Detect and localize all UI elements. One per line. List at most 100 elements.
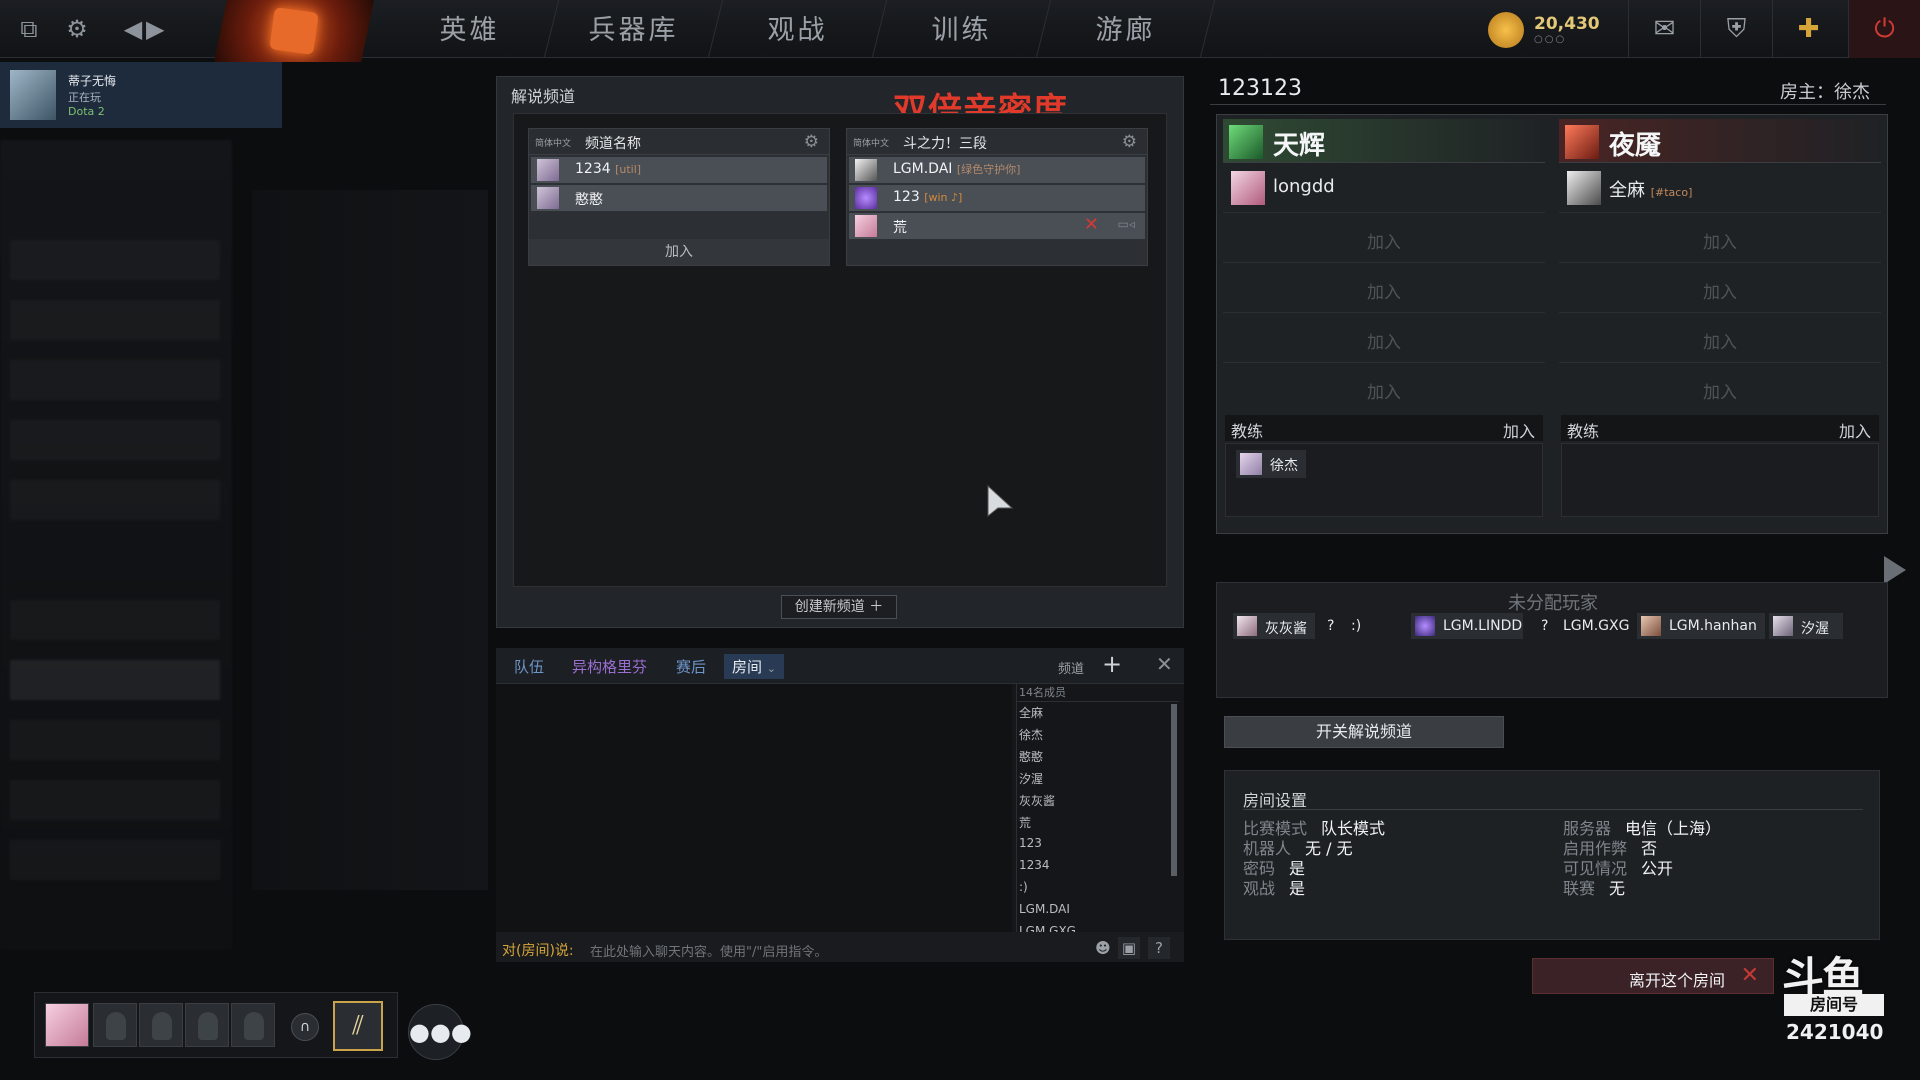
list-item[interactable] bbox=[10, 240, 220, 280]
list-item[interactable] bbox=[10, 480, 220, 520]
player-slot[interactable]: 加入 bbox=[1559, 313, 1881, 363]
join-slot-button[interactable]: 加入 bbox=[1559, 378, 1881, 403]
power-icon[interactable]: ⏻ bbox=[1848, 0, 1920, 58]
chat-tab-team[interactable]: 队伍 bbox=[514, 656, 544, 677]
list-item[interactable]: 全麻 bbox=[1019, 704, 1043, 721]
list-item[interactable] bbox=[10, 300, 220, 340]
join-coach-button[interactable]: 加入 bbox=[1839, 418, 1871, 442]
player-slot[interactable]: 加入 bbox=[1223, 213, 1545, 263]
group-menu-icon[interactable]: ●●● bbox=[408, 1004, 472, 1060]
emoji-icon[interactable]: ☻ bbox=[1092, 937, 1114, 959]
player-slot[interactable]: 全麻 [#taco] bbox=[1559, 163, 1881, 213]
unassigned-player[interactable]: 汐渥 bbox=[1769, 613, 1843, 639]
join-slot-button[interactable]: 加入 bbox=[1559, 228, 1881, 253]
list-item[interactable] bbox=[10, 780, 220, 820]
chat-input-bar[interactable]: 对(房间)说: 在此处输入聊天内容。使用"/"启用指令。 ☻ ▣ ? bbox=[496, 932, 1184, 962]
list-item[interactable]: 灰灰酱 bbox=[1019, 792, 1055, 809]
list-item[interactable]: 徐杰 bbox=[1019, 726, 1043, 743]
party-slot-self[interactable] bbox=[45, 1003, 89, 1047]
camera-icon[interactable]: ▭◃ bbox=[1118, 217, 1135, 231]
gear-icon[interactable]: ⚙ bbox=[1122, 132, 1137, 152]
join-coach-button[interactable]: 加入 bbox=[1503, 418, 1535, 442]
channel-member[interactable]: 1234 [util] bbox=[531, 157, 827, 183]
plus-shop-icon[interactable]: ✚ bbox=[1772, 0, 1844, 58]
list-item[interactable] bbox=[10, 600, 220, 640]
join-slot-button[interactable]: 加入 bbox=[1559, 328, 1881, 353]
back-arrow-icon[interactable]: ◀ bbox=[118, 14, 148, 44]
unassigned-player[interactable]: LGM.GXG bbox=[1557, 613, 1639, 639]
toggle-broadcast-button[interactable]: 开关解说频道 bbox=[1224, 716, 1504, 748]
chat-tab-postgame[interactable]: 赛后 bbox=[676, 656, 706, 677]
dota-logo-button[interactable] bbox=[214, 0, 374, 62]
party-slot[interactable] bbox=[93, 1003, 137, 1047]
list-item[interactable]: LGM.DAI bbox=[1019, 902, 1070, 916]
unassigned-player[interactable]: :) bbox=[1345, 613, 1375, 639]
list-item[interactable]: 123 bbox=[1019, 836, 1042, 850]
channel-member[interactable]: LGM.DAI [绿色守护你] bbox=[849, 157, 1145, 183]
tab-heroes[interactable]: 英雄 bbox=[380, 0, 560, 58]
party-slot[interactable] bbox=[139, 1003, 183, 1047]
user-profile-card[interactable]: 蒂子无悔 正在玩 Dota 2 bbox=[0, 62, 282, 128]
join-slot-button[interactable]: 加入 bbox=[1559, 278, 1881, 303]
player-slot[interactable]: 加入 bbox=[1559, 363, 1881, 413]
headset-icon[interactable]: ∩ bbox=[291, 1013, 319, 1041]
player-slot[interactable]: longdd bbox=[1223, 163, 1545, 213]
party-slot[interactable] bbox=[231, 1003, 275, 1047]
list-item[interactable]: LGM.GXG bbox=[1019, 924, 1076, 932]
player-slot[interactable]: 加入 bbox=[1223, 263, 1545, 313]
scrollbar[interactable] bbox=[1171, 704, 1177, 876]
create-channel-button[interactable]: 创建新频道 ＋ bbox=[781, 595, 897, 619]
add-channel-icon[interactable]: + bbox=[1102, 650, 1122, 678]
gear-icon[interactable]: ⚙ bbox=[62, 14, 92, 44]
tab-watch[interactable]: 观战 bbox=[708, 0, 888, 58]
list-item[interactable] bbox=[10, 720, 220, 760]
list-item[interactable] bbox=[10, 420, 220, 460]
party-slot[interactable] bbox=[185, 1003, 229, 1047]
inventory-icon[interactable]: ⛨ bbox=[1700, 0, 1772, 58]
channel-member[interactable]: 荒 ✕ ▭◃ bbox=[849, 213, 1145, 239]
channel-label[interactable]: 频道 bbox=[1058, 658, 1084, 677]
player-slot[interactable]: 加入 bbox=[1559, 263, 1881, 313]
list-item[interactable]: :) bbox=[1019, 880, 1028, 894]
tab-arcade[interactable]: 游廊 bbox=[1036, 0, 1216, 58]
list-item[interactable]: 1234 bbox=[1019, 858, 1050, 872]
unassigned-player[interactable]: LGM.LINDD bbox=[1411, 613, 1523, 639]
player-slot[interactable]: 加入 bbox=[1223, 363, 1545, 413]
join-slot-button[interactable]: 加入 bbox=[1223, 228, 1545, 253]
rank-medal-icon[interactable]: ⫽ bbox=[333, 1001, 383, 1051]
channel-member[interactable]: 123 [win ♪] bbox=[849, 185, 1145, 211]
unassigned-player[interactable]: ? bbox=[1321, 613, 1345, 639]
channel-member[interactable]: 憨憨 bbox=[531, 185, 827, 211]
close-icon[interactable]: ✕ bbox=[1156, 652, 1173, 676]
image-icon[interactable]: ▣ bbox=[1118, 937, 1140, 959]
shards-currency[interactable]: 20,430 ○○○ bbox=[1488, 12, 1638, 48]
expand-arrow-icon[interactable] bbox=[1884, 556, 1906, 584]
unassigned-player[interactable]: 灰灰酱 bbox=[1233, 613, 1315, 639]
leave-lobby-button[interactable]: 离开这个房间 ✕ bbox=[1532, 958, 1774, 994]
forward-arrow-icon[interactable]: ▶ bbox=[146, 14, 164, 44]
chat-input-placeholder[interactable]: 在此处输入聊天内容。使用"/"启用指令。 bbox=[590, 941, 827, 960]
player-slot[interactable]: 加入 bbox=[1223, 313, 1545, 363]
join-slot-button[interactable]: 加入 bbox=[1223, 278, 1545, 303]
gear-icon[interactable]: ⚙ bbox=[804, 132, 819, 152]
unassigned-player[interactable]: LGM.hanhan bbox=[1637, 613, 1765, 639]
list-item[interactable]: 憨憨 bbox=[1019, 748, 1043, 765]
list-item[interactable] bbox=[10, 360, 220, 400]
chat-tab-room[interactable]: 房间 ⌄ bbox=[724, 654, 785, 679]
mail-icon[interactable]: ✉ bbox=[1628, 0, 1700, 58]
list-item[interactable] bbox=[10, 660, 220, 700]
coach-member[interactable]: 徐杰 bbox=[1236, 450, 1306, 478]
unassigned-player[interactable]: ? bbox=[1535, 613, 1559, 639]
list-item[interactable]: 汐渥 bbox=[1019, 770, 1043, 787]
join-slot-button[interactable]: 加入 bbox=[1223, 378, 1545, 403]
player-slot[interactable]: 加入 bbox=[1559, 213, 1881, 263]
list-item[interactable]: 荒 bbox=[1019, 814, 1031, 831]
kick-icon[interactable]: ✕ bbox=[1084, 214, 1099, 235]
list-item[interactable] bbox=[10, 840, 220, 880]
tab-learn[interactable]: 训练 bbox=[872, 0, 1052, 58]
join-channel-button[interactable]: 加入 bbox=[529, 239, 829, 265]
join-slot-button[interactable]: 加入 bbox=[1223, 328, 1545, 353]
tab-armory[interactable]: 兵器库 bbox=[544, 0, 724, 58]
help-icon[interactable]: ? bbox=[1148, 937, 1170, 959]
chat-tab-guild[interactable]: 异构格里芬 bbox=[572, 656, 647, 677]
